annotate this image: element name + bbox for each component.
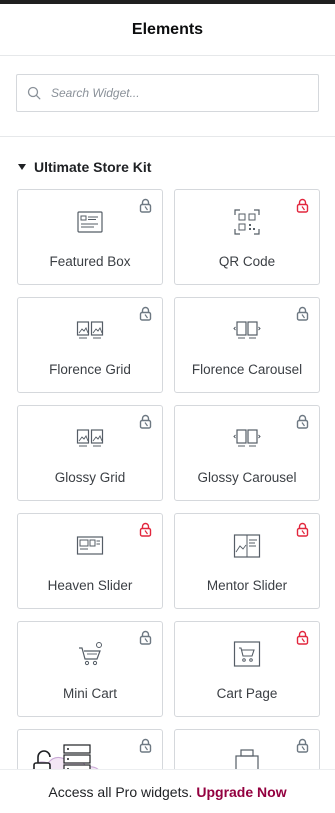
widget-label: Florence Grid xyxy=(49,362,131,377)
lock-icon xyxy=(139,630,152,645)
lock-icon xyxy=(296,306,309,321)
cart-page-icon xyxy=(233,641,261,667)
lock-icon xyxy=(139,414,152,429)
lock-icon xyxy=(139,198,152,213)
widget-label: Cart Page xyxy=(216,686,278,701)
widget-label: Featured Box xyxy=(49,254,131,269)
widget-label: Mentor Slider xyxy=(206,578,288,593)
glossy-grid-icon xyxy=(76,429,104,447)
lock-icon xyxy=(139,306,152,321)
florence-grid-icon xyxy=(76,321,104,339)
category-toggle-ultimate-store-kit[interactable]: Ultimate Store Kit xyxy=(0,137,335,179)
lock-icon xyxy=(139,522,152,537)
panel-header: Elements xyxy=(0,4,335,56)
widget-label: QR Code xyxy=(218,254,276,269)
widget-cart-page[interactable]: Cart Page xyxy=(174,621,320,717)
cart-icon xyxy=(79,642,102,666)
heaven-slider-icon xyxy=(76,536,104,555)
search-section xyxy=(0,56,335,137)
widget-label: Mini Cart xyxy=(62,686,117,701)
upgrade-now-link[interactable]: Upgrade Now xyxy=(196,784,286,800)
qr-code-icon xyxy=(234,209,260,235)
widget-label: Glossy Carousel xyxy=(197,470,297,485)
widget-florence-carousel[interactable]: Florence Carousel xyxy=(174,297,320,393)
florence-carousel-icon xyxy=(233,321,261,339)
featured-box-icon xyxy=(77,211,103,233)
widget-label: Heaven Slider xyxy=(47,578,133,593)
widget-grid: Featured Box QR Code Florence Grid Flore… xyxy=(0,179,335,813)
lock-icon xyxy=(139,738,152,753)
widget-glossy-grid[interactable]: Glossy Grid xyxy=(17,405,163,501)
pro-upgrade-banner: Access all Pro widgets. Upgrade Now xyxy=(0,769,335,813)
search-box[interactable] xyxy=(16,74,319,112)
widget-heaven-slider[interactable]: Heaven Slider xyxy=(17,513,163,609)
glossy-carousel-icon xyxy=(233,429,261,447)
caret-down-icon xyxy=(18,164,26,170)
search-input[interactable] xyxy=(51,86,308,100)
widget-label: Glossy Grid xyxy=(54,470,126,485)
widget-mentor-slider[interactable]: Mentor Slider xyxy=(174,513,320,609)
mentor-slider-icon xyxy=(233,534,261,558)
lock-icon xyxy=(296,738,309,753)
widget-florence-grid[interactable]: Florence Grid xyxy=(17,297,163,393)
lock-icon xyxy=(296,198,309,213)
lock-icon xyxy=(296,522,309,537)
pro-upgrade-text: Access all Pro widgets. xyxy=(48,783,193,800)
widget-qr-code[interactable]: QR Code xyxy=(174,189,320,285)
widget-label: Florence Carousel xyxy=(191,362,303,377)
lock-icon xyxy=(296,414,309,429)
widget-featured-box[interactable]: Featured Box xyxy=(17,189,163,285)
widget-glossy-carousel[interactable]: Glossy Carousel xyxy=(174,405,320,501)
lock-icon xyxy=(296,630,309,645)
widget-mini-cart[interactable]: Mini Cart xyxy=(17,621,163,717)
panel-title: Elements xyxy=(131,20,204,38)
category-title: Ultimate Store Kit xyxy=(34,159,152,175)
search-icon xyxy=(27,86,41,100)
